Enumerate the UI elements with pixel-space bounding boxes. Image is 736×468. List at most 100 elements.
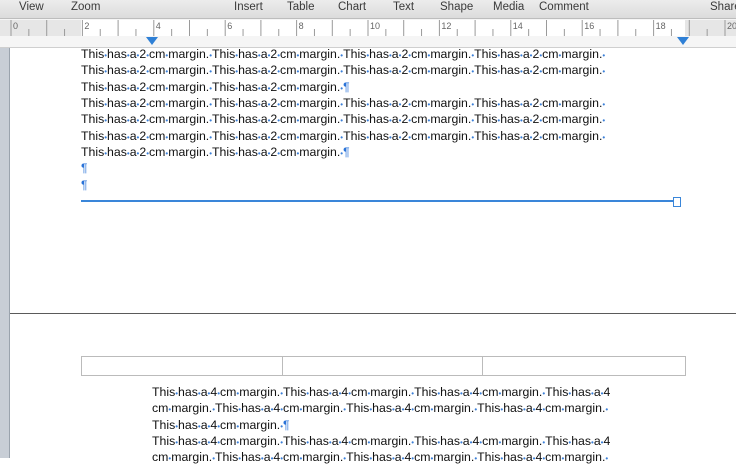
word: has: [107, 128, 127, 143]
right-indent-marker[interactable]: [677, 37, 689, 46]
shape-button[interactable]: Shape: [440, 1, 473, 13]
word: has: [178, 385, 198, 399]
word: a: [129, 144, 137, 159]
comment-button[interactable]: Comment: [539, 1, 589, 13]
header-table-cell[interactable]: [82, 357, 283, 375]
word: cm: [280, 96, 297, 110]
space-mark: •: [602, 116, 606, 126]
header-table-cell[interactable]: [283, 357, 483, 375]
word: cm: [414, 450, 431, 465]
word: has: [238, 96, 258, 110]
text-line: This•has•a•2•cm•margin.•This•has•a•2•cm•…: [81, 111, 605, 127]
share-button[interactable]: Share: [710, 1, 736, 13]
ruler-number: 2: [84, 21, 90, 31]
word: a: [391, 47, 399, 61]
ruler[interactable]: 0 2 4 6 8 10 12 14 16 18 20: [0, 19, 736, 48]
word: a: [260, 79, 268, 94]
first-line-indent-marker[interactable]: [146, 37, 158, 46]
word: margin.: [299, 144, 341, 159]
word: This: [212, 63, 236, 78]
word: a: [522, 96, 530, 110]
text-line: This•has•a•2•cm•margin.•This•has•a•2•cm•…: [81, 95, 605, 111]
word: margin.: [302, 401, 344, 416]
word: cm: [220, 434, 237, 448]
page2-paragraph-1[interactable]: This•has•a•4•cm•margin.•This•has•a•4•cm•…: [152, 384, 610, 433]
text-button[interactable]: Text: [393, 1, 414, 13]
media-button[interactable]: Media: [493, 1, 524, 13]
word: a: [522, 63, 530, 78]
page1-paragraph-1[interactable]: This•has•a•2•cm•margin.•This•has•a•2•cm•…: [81, 46, 605, 95]
pilcrow-mark: ¶: [81, 178, 88, 192]
empty-paragraph-2[interactable]: ¶: [81, 177, 87, 193]
word: margin.: [168, 63, 210, 78]
word: a: [462, 385, 470, 399]
word: a: [525, 401, 533, 416]
word: a: [260, 128, 268, 143]
word: This: [212, 112, 236, 127]
ruler-number: 12: [441, 21, 452, 31]
word: margin.: [168, 144, 210, 159]
word: margin.: [561, 96, 603, 110]
word: cm: [351, 385, 368, 399]
header-table-cell[interactable]: [483, 357, 684, 375]
zoom-button[interactable]: Zoom: [71, 1, 100, 13]
space-mark: •: [602, 132, 606, 142]
page1-paragraph-2[interactable]: This•has•a•2•cm•margin.•This•has•a•2•cm•…: [81, 95, 605, 160]
page2-paragraph-2[interactable]: This•has•a•4•cm•margin.•This•has•a•4•cm•…: [152, 433, 610, 466]
word: This: [474, 96, 498, 110]
word: cm: [351, 434, 368, 448]
word: has: [369, 63, 389, 78]
word: has: [238, 128, 258, 143]
word: has: [503, 401, 524, 416]
word: cm: [149, 112, 166, 127]
word: a: [260, 47, 268, 61]
word: margin.: [168, 112, 210, 127]
word: a: [522, 128, 530, 143]
word: has: [440, 434, 460, 448]
word: margin.: [433, 450, 475, 465]
ruler-number: 10: [370, 21, 381, 31]
word: has: [369, 128, 389, 143]
word: This: [81, 96, 105, 110]
word: This: [283, 385, 307, 399]
header-table[interactable]: [81, 356, 686, 376]
word: margin.: [168, 47, 210, 61]
word: a: [522, 112, 530, 127]
word: margin.: [168, 128, 210, 143]
word: margin.: [561, 63, 603, 78]
word: This: [152, 434, 176, 448]
word: cm: [149, 63, 166, 78]
footer-handle-icon[interactable]: [673, 197, 681, 207]
word: a: [391, 63, 399, 78]
chart-button[interactable]: Chart: [338, 1, 366, 13]
word: cm: [545, 450, 562, 465]
page-edge-strip: [0, 48, 10, 458]
space-mark: •: [605, 454, 609, 464]
table-button[interactable]: Table: [287, 1, 315, 13]
word: cm: [152, 401, 169, 416]
word: has: [440, 385, 460, 399]
word: a: [260, 144, 268, 159]
word: has: [238, 63, 258, 78]
word: has: [238, 47, 258, 61]
word: has: [369, 47, 389, 61]
word: a: [391, 112, 399, 127]
text-line: This•has•a•2•cm•margin.•This•has•a•2•cm•…: [81, 62, 605, 78]
view-button[interactable]: View: [19, 1, 44, 13]
word: has: [107, 112, 127, 127]
word: This: [212, 128, 236, 143]
word: This: [212, 96, 236, 110]
insert-button[interactable]: Insert: [234, 1, 263, 13]
word: has: [107, 63, 127, 78]
word: margin.: [430, 128, 472, 143]
word: a: [263, 401, 271, 416]
word: cm: [482, 385, 499, 399]
word: margin.: [168, 79, 210, 94]
empty-paragraph-1[interactable]: ¶: [81, 160, 87, 176]
word: has: [309, 434, 329, 448]
word: This: [474, 128, 498, 143]
word: This: [283, 434, 307, 448]
word: cm: [411, 47, 428, 61]
word: This: [215, 450, 239, 465]
word: margin.: [430, 63, 472, 78]
